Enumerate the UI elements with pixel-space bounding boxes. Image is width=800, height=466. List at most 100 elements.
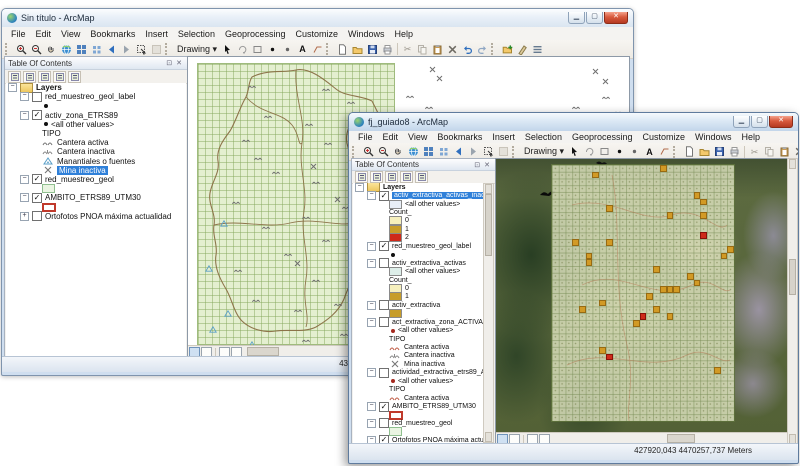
toc-item-ambito-etrs89-utm30[interactable]: − ✓ AMBITO_ETRS89_UTM30 [353,401,485,412]
point-icon[interactable] [612,145,627,158]
zoom-in-icon[interactable] [361,145,376,158]
arcmap-window-front[interactable]: fj_guiado8 - ArcMap ▁ ▢ ✕ File Edit View Bo… [348,112,799,464]
layer-label[interactable]: 1 [405,226,409,233]
list-by-drawing-order-icon[interactable] [8,70,21,83]
layer-label[interactable]: Cantera inactiva [404,352,455,359]
toc-item-activ-extractiva[interactable]: − activ_extractiva [353,300,485,311]
toc-options-icon[interactable] [530,43,545,56]
toolbar-grip[interactable] [673,145,679,158]
close-button[interactable]: ✕ [604,12,628,24]
layer-label[interactable]: act_extractiva_zona_ACTIVAS_INACTIVAS [392,319,485,326]
layer-checkbox[interactable]: ✓ [379,190,389,201]
layer-label[interactable]: Cantera activa [57,138,109,147]
layer-label[interactable]: activ_extractiva [392,302,440,309]
toc-item-activ-extractiva-activas[interactable]: − activ_extractiva_activas [353,258,485,269]
toc-item-cantera-activa[interactable]: Cantera activa [6,138,186,147]
list-by-visibility-icon[interactable] [38,70,51,83]
layer-checkbox[interactable]: ✓ [379,435,389,443]
drawing-menu-button[interactable]: Drawing ▾ [174,44,220,55]
collapse-icon[interactable]: − [367,241,376,251]
add-data-icon[interactable] [500,43,515,56]
toc-item-cantera-activa[interactable]: Cantera activa [353,343,485,351]
layer-label[interactable]: 0 [405,217,409,224]
toc-item-0[interactable]: 0 [353,216,485,226]
pause-drawing-button[interactable] [231,346,242,357]
drawing-menu-button[interactable]: Drawing ▾ [521,146,567,157]
toc-item-tipo[interactable]: TIPO [353,386,485,394]
layer-label[interactable]: red_muestreo_geol_label [392,243,471,250]
collapse-icon[interactable]: − [20,92,29,102]
layer-label[interactable]: red_muestreo_geol_label [45,92,135,101]
cut-icon[interactable]: ✂ [747,145,762,158]
layout-view-button[interactable] [509,433,520,444]
toolbar-grip[interactable] [326,43,332,55]
paste-icon[interactable] [430,43,445,56]
minimize-button[interactable]: ▁ [733,116,750,128]
toolbar-grip[interactable] [165,43,171,55]
layer-label[interactable]: TIPO [42,129,61,138]
list-by-selection-icon[interactable] [53,70,66,83]
layer-checkbox[interactable] [379,300,389,311]
menu-item-file[interactable]: File [353,132,378,142]
toc-item-actividad-extractiva-etrs89-activas[interactable]: − actividad_extractiva_etrs89_ACTIVAS [353,367,485,378]
menu-item-windows[interactable]: Windows [343,29,390,39]
menu-item-file[interactable]: File [6,29,31,39]
toc-item-all-other-values[interactable]: <all other values> [6,120,186,129]
layer-label[interactable]: AMBITO_ETRS89_UTM30 [392,403,476,410]
menu-item-selection[interactable]: Selection [520,132,567,142]
undo-icon[interactable] [460,43,475,56]
layer-checkbox[interactable] [379,317,389,328]
toc-item-ortofotos-pnoa-m-xima-actualidad[interactable]: + Ortofotos PNOA máxima actualidad [6,211,186,222]
layer-label[interactable]: 0 [405,285,409,292]
list-by-visibility-icon[interactable] [385,171,398,183]
fixed-zoom-out-icon[interactable] [89,43,104,56]
layer-label[interactable]: activ_extractiva_activas [392,260,466,267]
layer-label[interactable]: Cantera activa [404,395,449,402]
layer-label[interactable]: <all other values> [398,378,453,385]
layer-checkbox[interactable]: ✓ [379,241,389,252]
select-elements-icon[interactable] [481,145,496,158]
close-button[interactable]: ✕ [769,116,793,128]
toolbar-grip[interactable] [491,43,497,55]
map-vertical-scrollbar[interactable] [787,158,798,445]
list-by-source-icon[interactable] [23,70,36,83]
menu-item-geoprocessing[interactable]: Geoprocessing [220,29,291,39]
rotate-icon[interactable] [235,43,250,56]
layer-label[interactable]: 1 [405,293,409,300]
toc-item-cantera-inactiva[interactable]: Cantera inactiva [6,147,186,156]
close-icon[interactable]: ✕ [482,161,492,169]
titlebar[interactable]: Sin título - ArcMap ▁ ▢ ✕ [2,9,633,27]
toc-item-count[interactable]: Count_ [353,208,485,216]
zoom-in-icon[interactable] [14,43,29,56]
layer-checkbox[interactable] [379,258,389,269]
inactive-tool-icon[interactable] [149,43,164,56]
layer-label[interactable]: Layers [36,83,62,92]
titlebar[interactable]: fj_guiado8 - ArcMap ▁ ▢ ✕ [349,113,798,131]
text-A-icon[interactable]: A [642,145,657,158]
zoom-out-icon[interactable] [376,145,391,158]
layout-view-button[interactable] [201,346,212,357]
pause-drawing-button[interactable] [539,433,550,444]
full-extent-icon[interactable] [406,145,421,158]
refresh-view-button[interactable] [219,346,230,357]
paste-icon[interactable] [777,145,792,158]
toc-item-activ-zona-etrs89[interactable]: − ✓ activ_zona_ETRS89 [6,110,186,121]
layer-label[interactable]: Cantera activa [404,344,449,351]
full-extent-icon[interactable] [59,43,74,56]
forward-arrow-icon[interactable] [466,145,481,158]
toc-item-all-other-values[interactable]: <all other values> [353,199,485,209]
menu-item-edit[interactable]: Edit [378,132,404,142]
menu-item-windows[interactable]: Windows [690,132,737,142]
menu-item-help[interactable]: Help [737,132,766,142]
layer-label[interactable]: Count_ [389,209,412,216]
delete-icon[interactable] [792,145,798,158]
layer-checkbox[interactable]: ✓ [379,401,389,412]
fixed-zoom-in-icon[interactable] [421,145,436,158]
shape-icon[interactable] [597,145,612,158]
layer-label[interactable]: actividad_extractiva_etrs89_ACTIVAS [392,369,485,376]
collapse-icon[interactable]: − [367,368,376,378]
toc-item-ambito-etrs89-utm30[interactable]: − ✓ AMBITO_ETRS89_UTM30 [6,192,186,203]
redo-icon[interactable] [475,43,490,56]
maximize-button[interactable]: ▢ [586,12,603,24]
toc-item-red-muestreo-geol-label[interactable]: − red_muestreo_geol_label [6,91,186,102]
